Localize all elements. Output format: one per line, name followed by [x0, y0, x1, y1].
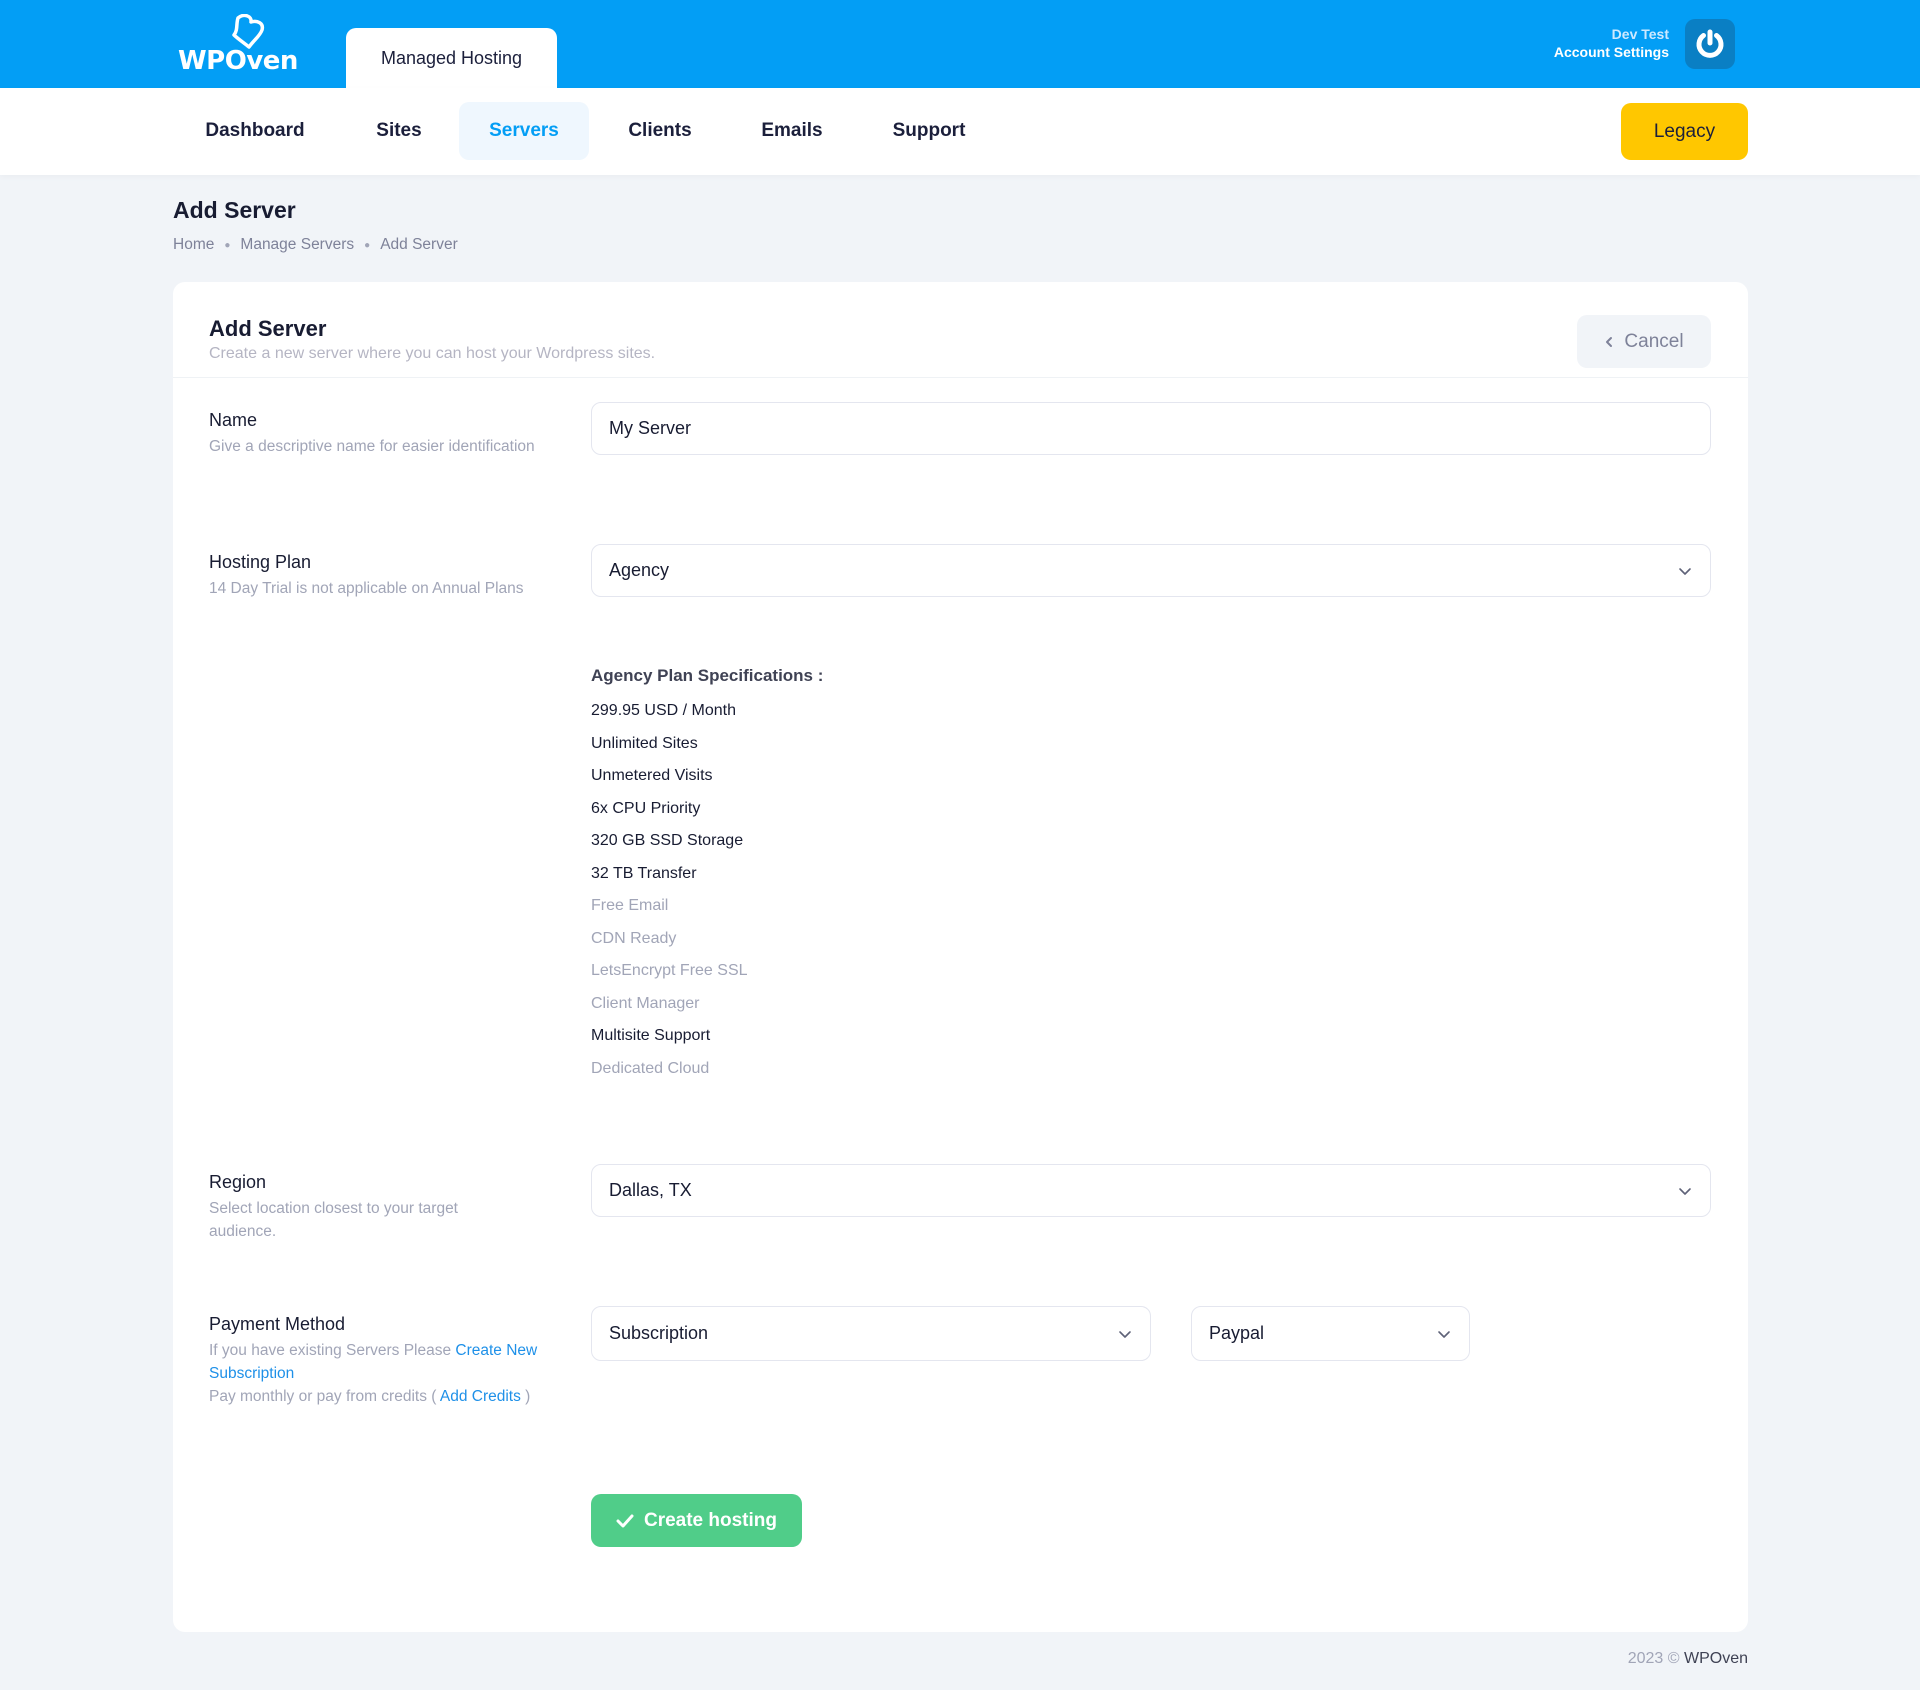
- nav-item-support[interactable]: Support: [876, 102, 982, 160]
- hosting-plan-value: Agency: [609, 560, 670, 580]
- plan-spec-item: Free Email: [591, 897, 669, 914]
- region-value: Dallas, TX: [609, 1180, 692, 1200]
- account-user-name: Dev Test: [1611, 26, 1669, 42]
- server-name-input[interactable]: My Server: [591, 402, 1711, 455]
- plan-specifications: Agency Plan Specifications : 299.95 USD …: [591, 666, 823, 1088]
- create-hosting-label: Create hosting: [643, 1509, 778, 1531]
- payment-credits-text: Pay monthly or pay from credits (: [209, 1388, 440, 1405]
- region-help: Select location closest to your target a…: [209, 1200, 458, 1240]
- plan-spec-item: 299.95 USD / Month: [591, 702, 736, 719]
- name-label: Name: [209, 410, 258, 430]
- chevron-down-icon: [1679, 567, 1691, 575]
- tab-managed-hosting[interactable]: Managed Hosting: [346, 28, 557, 88]
- chevron-left-icon: [1606, 336, 1613, 347]
- page-title: Add Server: [173, 197, 296, 223]
- footer-brand-link[interactable]: WPOven: [1684, 1650, 1748, 1667]
- chevron-down-icon: [1119, 1330, 1131, 1338]
- plan-spec-item: 6x CPU Priority: [591, 799, 701, 817]
- hosting-plan-select[interactable]: Agency: [591, 544, 1711, 597]
- payment-credits-suffix: ): [520, 1388, 531, 1405]
- plan-spec-item: Unmetered Visits: [591, 767, 713, 784]
- breadcrumb-current: Add Server: [380, 236, 458, 253]
- payment-gateway-select[interactable]: Paypal: [1191, 1306, 1470, 1361]
- plan-spec-item: Dedicated Cloud: [591, 1059, 710, 1077]
- footer: 2023 © WPOven: [1628, 1650, 1748, 1668]
- power-icon: [1696, 29, 1724, 58]
- wpoven-logo[interactable]: WPOven: [178, 12, 303, 78]
- main-nav: Dashboard Sites Servers Clients Emails S…: [0, 88, 1920, 175]
- nav-item-servers[interactable]: Servers: [459, 102, 589, 160]
- legacy-button[interactable]: Legacy: [1621, 103, 1748, 160]
- plan-spec-item: 320 GB SSD Storage: [591, 832, 744, 849]
- region-label: Region: [209, 1172, 267, 1192]
- add-credits-link[interactable]: Add Credits: [440, 1388, 521, 1405]
- payment-gateway-value: Paypal: [1209, 1323, 1265, 1343]
- cancel-button[interactable]: Cancel: [1577, 315, 1711, 368]
- plan-spec-item: CDN Ready: [591, 929, 677, 947]
- nav-item-clients[interactable]: Clients: [612, 102, 708, 160]
- plan-spec-item: 32 TB Transfer: [591, 864, 697, 882]
- account-menu[interactable]: Dev Test Account Settings: [1554, 25, 1669, 61]
- create-hosting-button[interactable]: Create hosting: [591, 1494, 802, 1547]
- chevron-down-icon: [1679, 1187, 1691, 1195]
- cancel-label: Cancel: [1624, 330, 1684, 352]
- breadcrumb-separator: ●: [364, 239, 371, 251]
- nav-item-dashboard[interactable]: Dashboard: [180, 102, 330, 160]
- payment-method-help: If you have existing Servers Please Crea…: [209, 1339, 569, 1408]
- breadcrumb-home[interactable]: Home: [173, 236, 214, 254]
- breadcrumb: Home ● Manage Servers ● Add Server: [173, 236, 458, 254]
- payment-type-select[interactable]: Subscription: [591, 1306, 1151, 1361]
- nav-item-sites[interactable]: Sites: [358, 102, 440, 160]
- card-subtitle: Create a new server where you can host y…: [209, 345, 656, 362]
- add-server-card: Add Server Create a new server where you…: [173, 282, 1748, 1632]
- name-help: Give a descriptive name for easier ident…: [209, 438, 535, 455]
- plan-specs-title: Agency Plan Specifications :: [591, 666, 824, 685]
- check-icon: [616, 1514, 634, 1527]
- power-button[interactable]: [1685, 19, 1735, 69]
- server-name-value: My Server: [609, 418, 692, 438]
- payment-method-label: Payment Method: [209, 1314, 346, 1334]
- footer-copyright: 2023 ©: [1627, 1650, 1680, 1667]
- plan-spec-item: Client Manager: [591, 994, 700, 1012]
- payment-help-text: If you have existing Servers Please: [209, 1342, 456, 1359]
- hosting-plan-label: Hosting Plan: [209, 552, 312, 572]
- nav-item-emails[interactable]: Emails: [745, 102, 839, 160]
- plan-spec-item: Multisite Support: [591, 1027, 711, 1044]
- region-select[interactable]: Dallas, TX: [591, 1164, 1711, 1217]
- plan-spec-item: Unlimited Sites: [591, 734, 698, 752]
- card-title: Add Server: [209, 316, 327, 341]
- breadcrumb-manage-servers[interactable]: Manage Servers: [240, 236, 354, 254]
- top-header: WPOven Managed Hosting Dev Test Account …: [0, 0, 1920, 88]
- payment-type-value: Subscription: [609, 1323, 709, 1343]
- plan-spec-item: LetsEncrypt Free SSL: [591, 962, 748, 979]
- account-settings-link[interactable]: Account Settings: [1554, 43, 1669, 61]
- chevron-down-icon: [1438, 1330, 1450, 1338]
- breadcrumb-separator: ●: [224, 239, 231, 251]
- logo-text: WPOven: [178, 46, 298, 76]
- card-divider: [173, 377, 1748, 378]
- plan-specs-list: 299.95 USD / Month Unlimited Sites Unmeter…: [591, 698, 823, 1088]
- hosting-plan-help: 14 Day Trial is not applicable on Annual…: [209, 580, 524, 597]
